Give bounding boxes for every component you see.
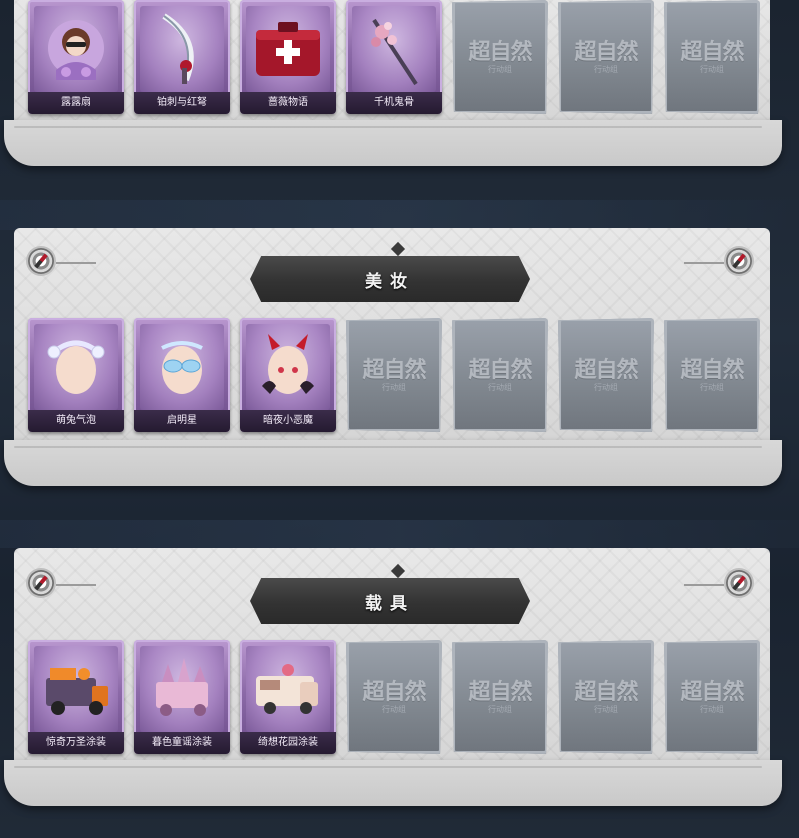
empty-slot-brand: 超自然 <box>680 357 744 383</box>
item-label: 惊奇万圣涂装 <box>28 732 124 754</box>
item-card[interactable]: 蔷薇物语 <box>240 0 336 114</box>
devil-horns-icon <box>262 334 314 394</box>
item-card[interactable]: 萌兔气泡 <box>28 318 124 432</box>
section-title: 美妆 <box>365 271 415 292</box>
empty-slot-sub: 行动组 <box>488 65 512 74</box>
empty-slot-brand: 超自然 <box>362 679 426 705</box>
empty-slot-brand: 超自然 <box>468 39 532 65</box>
crossbow-blade-icon <box>162 13 194 84</box>
empty-slot-sub: 行动组 <box>488 705 512 714</box>
ornament-line <box>684 262 724 264</box>
empty-slot: 超自然 行动组 <box>664 0 760 114</box>
empty-slot-sub: 行动组 <box>382 383 406 392</box>
item-label: 露露扇 <box>28 92 124 114</box>
empty-slot-sub: 行动组 <box>594 65 618 74</box>
empty-slot-sub: 行动组 <box>700 705 724 714</box>
empty-slot: 超自然 行动组 <box>346 318 442 432</box>
empty-slot-sub: 行动组 <box>594 383 618 392</box>
empty-slot: 超自然 行动组 <box>558 640 654 754</box>
item-card[interactable]: 暮色童谣涂装 <box>134 640 230 754</box>
panel-scroll-edge <box>4 760 782 806</box>
background-strip <box>0 200 799 230</box>
compass-icon <box>726 570 752 596</box>
empty-slot: 超自然 行动组 <box>558 0 654 114</box>
compass-icon <box>28 570 54 596</box>
empty-slot-brand: 超自然 <box>468 679 532 705</box>
empty-slot-sub: 行动组 <box>700 383 724 392</box>
empty-slot: 超自然 行动组 <box>452 640 548 754</box>
empty-slot: 超自然 行动组 <box>664 318 760 432</box>
empty-slot: 超自然 行动组 <box>452 318 548 432</box>
ornament-line <box>56 262 96 264</box>
garden-van-icon <box>256 664 318 714</box>
empty-slot: 超自然 行动组 <box>664 640 760 754</box>
castle-carriage-icon <box>156 658 208 716</box>
item-card[interactable]: 铂刺与红弩 <box>134 0 230 114</box>
empty-slot-brand: 超自然 <box>362 357 426 383</box>
panel-scroll-edge <box>4 440 782 486</box>
star-glasses-icon <box>161 341 203 394</box>
item-label: 千机鬼骨 <box>346 92 442 114</box>
empty-slot-sub: 行动组 <box>382 705 406 714</box>
item-label: 暮色童谣涂装 <box>134 732 230 754</box>
item-label: 暗夜小恶魔 <box>240 410 336 432</box>
item-card[interactable]: 暗夜小恶魔 <box>240 318 336 432</box>
item-card[interactable]: 千机鬼骨 <box>346 0 442 114</box>
halloween-truck-icon <box>46 668 108 715</box>
item-label: 启明星 <box>134 410 230 432</box>
empty-slot: 超自然 行动组 <box>346 640 442 754</box>
item-row-weapons: 露露扇 铂刺与红弩 蔷薇物语 千机鬼骨 超自然 行动组 超自然 行动组 超自然 … <box>28 0 760 114</box>
compass-icon <box>726 248 752 274</box>
empty-slot: 超自然 行动组 <box>558 318 654 432</box>
item-label: 绮想花园涂装 <box>240 732 336 754</box>
empty-slot-sub: 行动组 <box>488 383 512 392</box>
item-card[interactable]: 启明星 <box>134 318 230 432</box>
girl-fan-icon <box>48 20 104 80</box>
compass-icon <box>28 248 54 274</box>
panel-scroll-edge <box>4 120 782 166</box>
ornament-line <box>684 584 724 586</box>
background-strip <box>0 520 799 548</box>
empty-slot-brand: 超自然 <box>680 679 744 705</box>
empty-slot-sub: 行动组 <box>594 705 618 714</box>
section-banner: 美妆 <box>250 256 530 302</box>
item-row-vehicles: 惊奇万圣涂装 暮色童谣涂装 绮想花园涂装 超自然 行动组 超自然 行动组 超自然… <box>28 640 760 754</box>
item-card[interactable]: 惊奇万圣涂装 <box>28 640 124 754</box>
empty-slot-brand: 超自然 <box>680 39 744 65</box>
empty-slot-brand: 超自然 <box>574 357 638 383</box>
empty-slot-sub: 行动组 <box>700 65 724 74</box>
ornament-line <box>56 584 96 586</box>
bubble-headband-icon <box>47 340 105 394</box>
item-label: 蔷薇物语 <box>240 92 336 114</box>
empty-slot-brand: 超自然 <box>574 679 638 705</box>
item-label: 萌兔气泡 <box>28 410 124 432</box>
empty-slot-brand: 超自然 <box>574 39 638 65</box>
floral-staff-icon <box>371 18 418 86</box>
item-label: 铂刺与红弩 <box>134 92 230 114</box>
item-card[interactable]: 绮想花园涂装 <box>240 640 336 754</box>
section-banner: 载具 <box>250 578 530 624</box>
empty-slot: 超自然 行动组 <box>452 0 548 114</box>
item-card[interactable]: 露露扇 <box>28 0 124 114</box>
medkit-icon <box>256 22 320 76</box>
item-row-makeup: 萌兔气泡 启明星 暗夜小恶魔 超自然 行动组 超自然 行动组 超自然 行动组 超… <box>28 318 760 432</box>
empty-slot-brand: 超自然 <box>468 357 532 383</box>
section-title: 载具 <box>365 593 415 614</box>
